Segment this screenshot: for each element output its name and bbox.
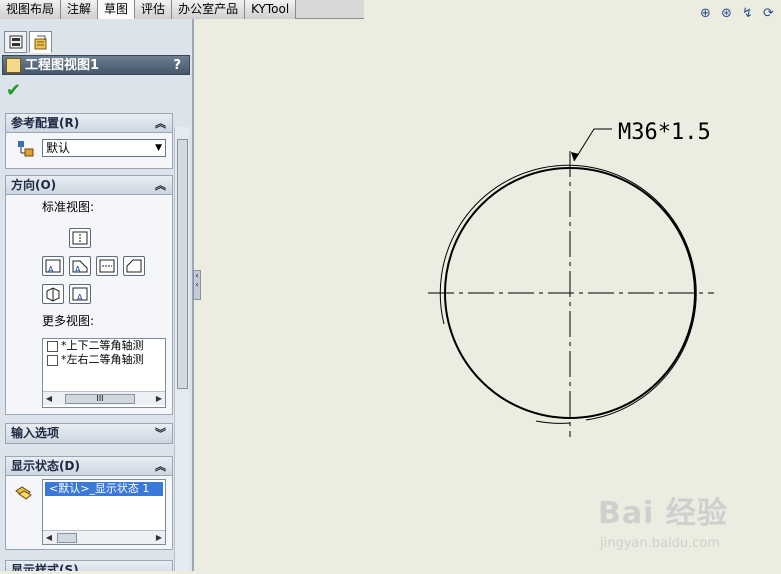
thread-arc-tail[interactable] [535, 420, 571, 424]
display-state-header-label: 显示状态(D) [11, 459, 80, 473]
checkbox[interactable] [47, 340, 58, 352]
display-state-list[interactable]: <默认>_显示状态 1 ◀ ▶ [42, 479, 166, 545]
tab-annotation[interactable]: 注解 [61, 0, 99, 19]
list-item-label: *左右二等角轴测 [61, 353, 144, 366]
tab-sketch[interactable]: 草图 [98, 0, 136, 19]
expand-chevron-icon[interactable]: ︾ [155, 424, 166, 443]
ref-config-header-label: 参考配置(R) [11, 116, 80, 130]
configuration-icon [18, 141, 34, 157]
ref-config-value: 默认 [46, 141, 71, 155]
collapse-chevron-icon[interactable]: ︽ [155, 457, 166, 476]
scroll-thumb[interactable]: III [65, 394, 135, 404]
horizontal-scrollbar[interactable]: ◀ III ▶ [43, 391, 165, 405]
list-item-label: *上下二等角轴测 [61, 339, 144, 352]
scroll-left-arrow-icon[interactable]: ◀ [43, 392, 55, 406]
more-views-label: 更多视图: [42, 314, 95, 328]
panel-title: 工程图视图1 [25, 58, 100, 73]
display-style-group: 显示样式(S) [5, 560, 173, 571]
ref-config-header[interactable]: 参考配置(R) ︽ [6, 114, 172, 133]
svg-text:A: A [77, 293, 83, 302]
display-state-icon [15, 486, 32, 500]
front-view-icon: A [45, 259, 61, 274]
svg-text:A: A [48, 265, 54, 274]
collapse-chevron-icon[interactable]: ︽ [155, 114, 166, 133]
orientation-header[interactable]: 方向(O) ︽ [6, 176, 172, 195]
tab-evaluate[interactable]: 评估 [135, 0, 173, 19]
left-view-icon: A [72, 260, 88, 274]
ref-config-group: 参考配置(R) ︽ 默认 ▼ [5, 113, 173, 169]
checkbox[interactable] [47, 354, 58, 366]
tab-office-products[interactable]: 办公室产品 [172, 0, 246, 19]
orientation-group: 方向(O) ︽ 标准视图: A A A 更多视图: *上下二等角轴测 *左右二等… [5, 175, 173, 415]
ok-check-button[interactable]: ✔ [6, 80, 21, 101]
tab-view-layout[interactable]: 视图布局 [0, 0, 62, 19]
back-view-icon [126, 259, 142, 273]
panel-vertical-scrollbar[interactable] [174, 127, 189, 571]
svg-text:A: A [75, 265, 81, 274]
import-options-group: 输入选项 ︾ [5, 423, 173, 444]
scroll-right-arrow-icon[interactable]: ▶ [153, 392, 165, 406]
more-views-list[interactable]: *上下二等角轴测 *左右二等角轴测 ◀ III ▶ [42, 338, 166, 408]
left-view-button[interactable]: A [69, 256, 91, 276]
watermark-brand: Bai 经验 [598, 496, 728, 531]
display-state-group: 显示状态(D) ︽ <默认>_显示状态 1 ◀ ▶ [5, 456, 173, 550]
watermark-url: jingyan.baidu.com [600, 536, 720, 551]
property-manager-panel: 工程图视图1 ? ✔ 参考配置(R) ︽ 默认 ▼ 方向(O) ︽ 标准视图: … [0, 19, 194, 571]
panel-title-bar: 工程图视图1 ? [2, 55, 190, 75]
orientation-header-label: 方向(O) [11, 178, 57, 192]
bottom-view-icon: A [72, 287, 88, 302]
dropdown-arrow-icon: ▼ [155, 143, 162, 153]
ref-config-select[interactable]: 默认 ▼ [42, 139, 166, 157]
import-options-header-label: 输入选项 [11, 426, 60, 440]
collapse-chevron-icon[interactable]: ︽ [155, 176, 166, 195]
thread-callout-text[interactable]: M36*1.5 [618, 120, 711, 145]
display-style-header-label: 显示样式(S) [11, 563, 79, 571]
list-item[interactable]: *上下二等角轴测 [43, 339, 165, 353]
command-tab-strip: 视图布局 注解 草图 评估 办公室产品 KYTool [0, 0, 364, 19]
front-view-button[interactable]: A [42, 256, 64, 276]
isometric-view-icon [46, 287, 60, 302]
horizontal-scrollbar[interactable]: ◀ ▶ [43, 530, 165, 544]
panel-icon-tabs [4, 31, 54, 53]
drawing-view-icon [6, 58, 21, 73]
list-item-selected[interactable]: <默认>_显示状态 1 [45, 482, 163, 496]
top-view-button[interactable] [69, 228, 91, 248]
tab-kytool[interactable]: KYTool [245, 0, 297, 19]
standard-views-label: 标准视图: [42, 200, 95, 214]
right-view-icon [99, 259, 115, 273]
feature-tree-tab-icon[interactable] [4, 31, 27, 53]
bottom-view-button[interactable]: A [69, 284, 91, 304]
right-view-button[interactable] [96, 256, 118, 276]
baidu-watermark-logo: Bai 经验 [598, 488, 728, 532]
scroll-thumb[interactable] [57, 533, 77, 543]
callout-leader[interactable] [573, 128, 612, 162]
help-button[interactable]: ? [173, 56, 181, 76]
back-view-button[interactable] [123, 256, 145, 276]
display-style-header[interactable]: 显示样式(S) [6, 561, 172, 571]
scroll-left-arrow-icon[interactable]: ◀ [43, 531, 55, 545]
scroll-thumb[interactable] [177, 139, 188, 389]
list-item[interactable]: *左右二等角轴测 [43, 353, 165, 367]
isometric-view-button[interactable] [42, 284, 64, 304]
scroll-right-arrow-icon[interactable]: ▶ [153, 531, 165, 545]
import-options-header[interactable]: 输入选项 ︾ [6, 424, 172, 443]
property-manager-tab-icon[interactable] [29, 31, 52, 53]
top-view-icon [72, 231, 88, 245]
display-state-header[interactable]: 显示状态(D) ︽ [6, 457, 172, 476]
